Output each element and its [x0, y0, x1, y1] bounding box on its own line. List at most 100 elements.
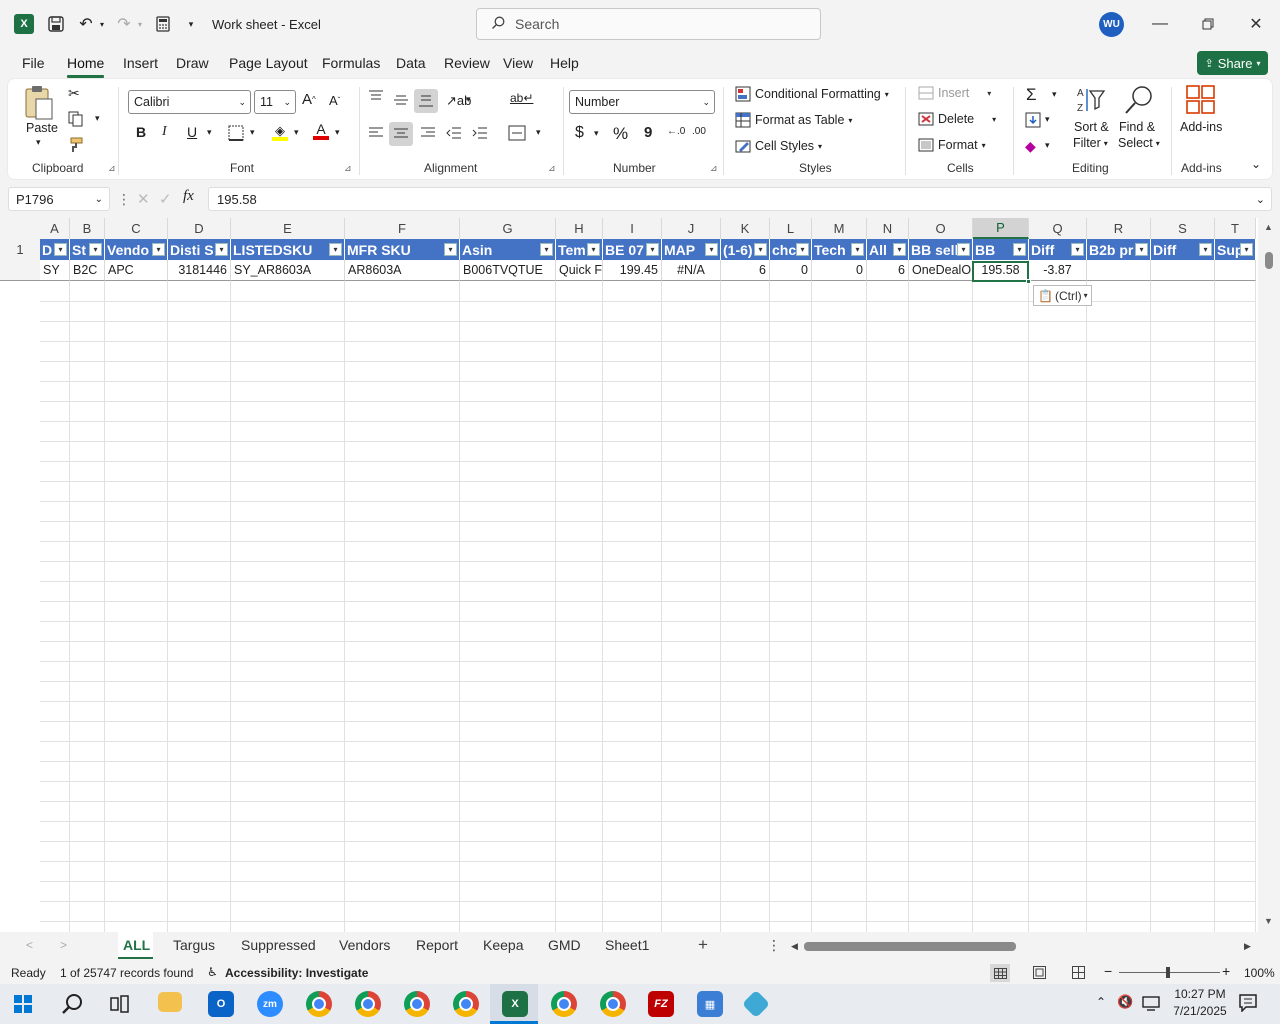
- autosum-icon[interactable]: Σ: [1026, 85, 1037, 105]
- more-sheets-icon[interactable]: ⋮: [767, 937, 781, 954]
- tab-page-layout[interactable]: Page Layout: [229, 55, 308, 71]
- borders-dropdown-icon[interactable]: ▾: [250, 127, 255, 138]
- search-box[interactable]: Search: [476, 8, 821, 40]
- tab-view[interactable]: View: [503, 55, 533, 71]
- table-header-cell[interactable]: Diff ▾: [1151, 239, 1215, 260]
- filter-dropdown-icon[interactable]: ▾: [646, 243, 659, 256]
- fill-dropdown-icon[interactable]: ▾: [294, 127, 299, 138]
- align-left-icon[interactable]: [368, 126, 384, 140]
- table-cell[interactable]: OneDealO: [909, 260, 973, 281]
- column-header[interactable]: C: [105, 218, 168, 239]
- clear-dropdown-icon[interactable]: ▾: [1045, 140, 1050, 151]
- increase-font-icon[interactable]: A ^: [302, 91, 316, 108]
- excel-taskbar-icon[interactable]: X: [502, 991, 528, 1017]
- font-color-icon[interactable]: A: [313, 122, 329, 140]
- find-select-button[interactable]: Select ▾: [1118, 136, 1160, 150]
- column-header[interactable]: B: [70, 218, 105, 239]
- table-header-cell[interactable]: B2b pr ▾: [1087, 239, 1151, 260]
- clock-date[interactable]: 7/21/2025: [1165, 1004, 1235, 1018]
- currency-button[interactable]: $: [575, 124, 584, 142]
- vertical-scroll-thumb[interactable]: [1265, 252, 1273, 269]
- underline-dropdown-icon[interactable]: ▾: [207, 127, 212, 138]
- table-header-cell[interactable]: MAP ▾: [662, 239, 721, 260]
- table-cell[interactable]: 195.58: [973, 260, 1029, 281]
- number-launcher-icon[interactable]: ⊿: [710, 163, 718, 174]
- table-header-cell[interactable]: Diff ▾: [1029, 239, 1087, 260]
- filter-dropdown-icon[interactable]: ▾: [957, 243, 970, 256]
- fill-color-icon[interactable]: ◈: [272, 124, 288, 141]
- cell-styles-button[interactable]: Cell Styles ▾: [735, 138, 822, 154]
- increase-indent-icon[interactable]: [472, 126, 488, 140]
- scroll-left-icon[interactable]: ◀: [791, 941, 798, 952]
- filter-dropdown-icon[interactable]: ▾: [1135, 243, 1148, 256]
- column-header[interactable]: K: [721, 218, 770, 239]
- table-header-cell[interactable]: BB sell ▾: [909, 239, 973, 260]
- table-cell[interactable]: 6: [867, 260, 909, 281]
- copy-icon[interactable]: [68, 111, 84, 127]
- tab-help[interactable]: Help: [550, 55, 579, 71]
- table-cell[interactable]: 6: [721, 260, 770, 281]
- minimize-icon[interactable]: —: [1146, 10, 1174, 38]
- sort-filter-button[interactable]: Filter ▾: [1073, 136, 1108, 150]
- column-header[interactable]: F: [345, 218, 460, 239]
- formula-input[interactable]: 195.58 ⌄: [208, 187, 1272, 211]
- user-avatar[interactable]: WU: [1099, 12, 1124, 37]
- find-select-icon[interactable]: [1124, 85, 1154, 115]
- table-header-cell[interactable]: MFR SKU ▾: [345, 239, 460, 260]
- insert-cells-button[interactable]: Insert ▾: [918, 86, 991, 100]
- table-header-cell[interactable]: Disti S ▾: [168, 239, 231, 260]
- column-header[interactable]: G: [460, 218, 556, 239]
- filter-dropdown-icon[interactable]: ▾: [851, 243, 864, 256]
- chrome-icon[interactable]: [551, 991, 577, 1017]
- underline-button[interactable]: U: [187, 124, 197, 140]
- table-header-cell[interactable]: Sup ▾: [1215, 239, 1256, 260]
- bold-button[interactable]: B: [136, 124, 146, 140]
- horizontal-scroll-thumb[interactable]: [804, 942, 1016, 951]
- table-cell[interactable]: [1215, 260, 1256, 281]
- filter-dropdown-icon[interactable]: ▾: [1013, 243, 1026, 256]
- table-cell[interactable]: 199.45: [603, 260, 662, 281]
- format-painter-icon[interactable]: [68, 137, 84, 153]
- filter-dropdown-icon[interactable]: ▾: [215, 243, 228, 256]
- align-bottom-icon[interactable]: [414, 89, 438, 113]
- filter-dropdown-icon[interactable]: ▾: [89, 243, 102, 256]
- sheet-tab-targus[interactable]: Targus: [173, 937, 215, 953]
- sort-filter-label-1[interactable]: Sort &: [1074, 120, 1109, 134]
- redo-icon[interactable]: ↷: [114, 14, 134, 34]
- table-header-cell[interactable]: Tem ▾: [556, 239, 603, 260]
- table-cell[interactable]: APC: [105, 260, 168, 281]
- format-cells-button[interactable]: Format ▾: [918, 138, 986, 152]
- column-header[interactable]: P: [973, 218, 1029, 239]
- align-top-icon[interactable]: [368, 89, 384, 103]
- table-cell[interactable]: B2C: [70, 260, 105, 281]
- table-cell[interactable]: AR8603A: [345, 260, 460, 281]
- align-middle-icon[interactable]: [393, 93, 409, 107]
- orientation-dropdown-icon[interactable]: ▾: [466, 94, 471, 105]
- customize-toolbar-icon[interactable]: ▾: [184, 14, 198, 34]
- paste-button[interactable]: Paste: [26, 121, 58, 135]
- fill-dropdown-icon[interactable]: ▾: [1045, 114, 1050, 125]
- add-ins-icon[interactable]: [1186, 85, 1216, 115]
- align-right-icon[interactable]: [420, 126, 436, 140]
- tab-file[interactable]: File: [22, 55, 45, 71]
- table-cell[interactable]: 0: [812, 260, 867, 281]
- tab-formulas[interactable]: Formulas: [322, 55, 380, 71]
- autosum-dropdown-icon[interactable]: ▾: [1052, 89, 1057, 100]
- file-explorer-icon[interactable]: [158, 992, 182, 1012]
- expand-formula-icon[interactable]: ⌄: [1256, 193, 1265, 206]
- zoom-slider-thumb[interactable]: [1166, 967, 1170, 978]
- worksheet-grid[interactable]: [0, 218, 1280, 932]
- table-cell[interactable]: B006TVQTUE: [460, 260, 556, 281]
- app-diamond-icon[interactable]: [741, 989, 771, 1019]
- system-tray-expand-icon[interactable]: ⌃: [1096, 995, 1106, 1009]
- percent-button[interactable]: %: [613, 124, 628, 144]
- table-header-cell[interactable]: (1-6) ▾: [721, 239, 770, 260]
- currency-dropdown-icon[interactable]: ▾: [594, 128, 599, 139]
- column-header[interactable]: D: [168, 218, 231, 239]
- scroll-down-icon[interactable]: ▼: [1264, 916, 1273, 926]
- column-header[interactable]: O: [909, 218, 973, 239]
- filter-dropdown-icon[interactable]: ▾: [152, 243, 165, 256]
- column-header[interactable]: E: [231, 218, 345, 239]
- table-header-cell[interactable]: Vendo ▾: [105, 239, 168, 260]
- chrome-icon[interactable]: [355, 991, 381, 1017]
